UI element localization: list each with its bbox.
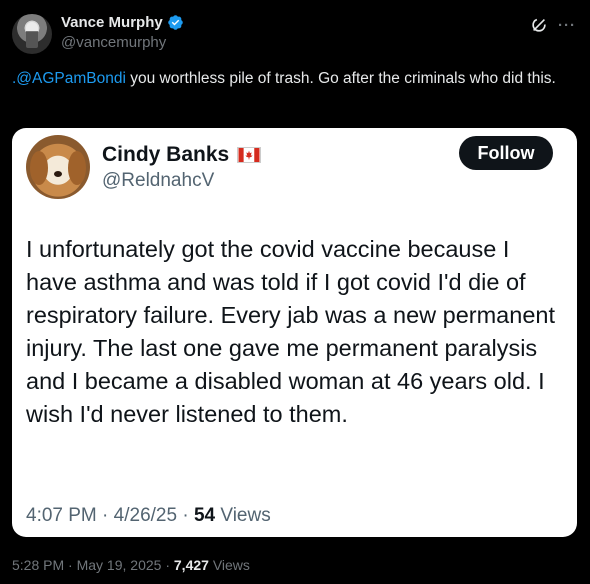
tweet-footer: 5:28 PM · May 19, 2025 · 7,427 Views (12, 557, 250, 573)
verified-badge-icon (167, 14, 184, 31)
author-avatar[interactable] (12, 14, 52, 54)
quoted-tweet-card[interactable]: Cindy Banks @ReldnahcV Follow I unfortun… (12, 128, 577, 537)
tweet-views-label: Views (212, 557, 250, 573)
tweet-text: .@AGPamBondi you worthless pile of trash… (12, 68, 572, 90)
tweet-time[interactable]: 5:28 PM (12, 557, 64, 573)
grok-icon[interactable] (530, 16, 548, 34)
quoted-views-count: 54 (193, 505, 216, 526)
quoted-tweet-text: I unfortunately got the covid vaccine be… (26, 236, 555, 427)
header-actions: ··· (530, 16, 576, 34)
author-handle[interactable]: @vancemurphy (61, 34, 166, 51)
author-display-name[interactable]: Vance Murphy (61, 14, 163, 31)
tweet-body: you worthless pile of trash. Go after th… (125, 70, 556, 87)
tweet-date[interactable]: May 19, 2025 (77, 557, 162, 573)
quoted-name-row: Cindy Banks (102, 143, 262, 167)
quoted-display-name[interactable]: Cindy Banks (102, 143, 229, 167)
quoted-views-label: Views (220, 505, 271, 526)
follow-button[interactable]: Follow (459, 136, 553, 170)
quoted-tweet-meta: 4:07 PM · 4/26/25 · 54 Views (26, 505, 271, 526)
quoted-date[interactable]: 4/26/25 (114, 505, 177, 526)
quoted-handle[interactable]: @ReldnahcV (102, 170, 214, 192)
tweet-views-count: 7,427 (173, 557, 209, 573)
more-options-icon[interactable]: ··· (558, 17, 576, 34)
tweet-header: Vance Murphy @vancemurphy ··· (12, 10, 578, 56)
canada-flag-icon (237, 147, 262, 163)
quoted-time[interactable]: 4:07 PM (26, 505, 97, 526)
quoted-author-avatar[interactable] (26, 135, 90, 199)
mention-link[interactable]: .@AGPamBondi (12, 70, 126, 87)
author-name-row: Vance Murphy (61, 14, 184, 31)
